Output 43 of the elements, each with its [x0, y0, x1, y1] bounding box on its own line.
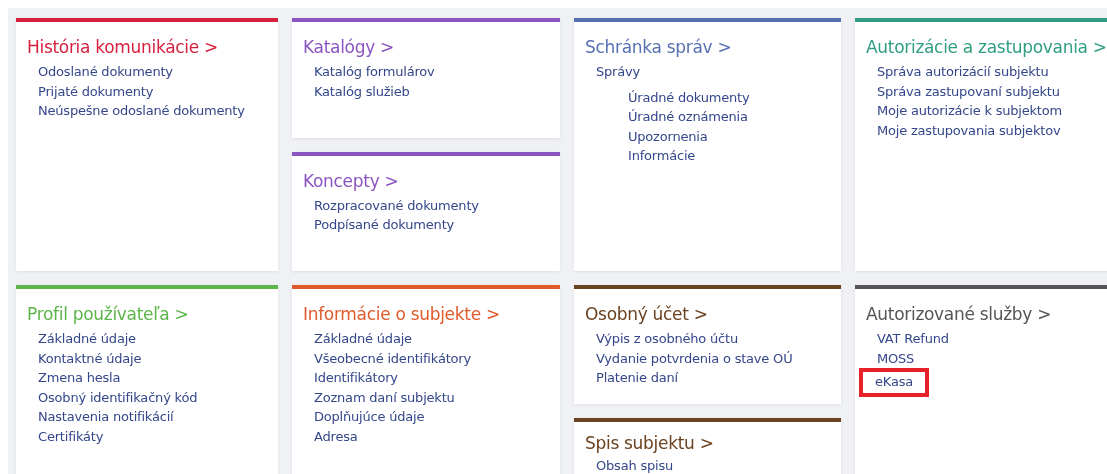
menu-link[interactable]: Adresa: [314, 427, 358, 447]
menu-link[interactable]: Správa autorizácií subjektu: [877, 63, 1049, 82]
card-title-link[interactable]: Spis subjektu >: [585, 432, 714, 455]
menu-link[interactable]: Nastavenia notifikácií: [38, 408, 174, 427]
menu-link[interactable]: Rozpracované dokumenty: [314, 196, 479, 216]
menu-link[interactable]: Správa zastupovaní subjektu: [877, 82, 1060, 102]
card-title-link[interactable]: Schránka správ >: [585, 36, 732, 59]
menu-link[interactable]: Upozornenia: [628, 127, 708, 147]
menu-link[interactable]: Katalóg služieb: [314, 82, 410, 102]
menu-link[interactable]: Správy: [596, 63, 640, 82]
menu-link[interactable]: Všeobecné identifikátory: [314, 349, 471, 369]
menu-link[interactable]: VAT Refund: [877, 330, 949, 349]
menu-link[interactable]: Moje autorizácie k subjektom: [877, 102, 1062, 121]
menu-link[interactable]: Platenie daní: [596, 369, 678, 388]
card-title-link[interactable]: História komunikácie >: [27, 36, 218, 59]
card-title-link[interactable]: Katalógy >: [303, 36, 394, 59]
menu-link[interactable]: Neúspešne odoslané dokumenty: [38, 102, 245, 121]
card-title-link[interactable]: Informácie o subjekte >: [303, 303, 500, 326]
card-title-link[interactable]: Osobný účet >: [585, 303, 708, 326]
menu-link[interactable]: Doplňujúce údaje: [314, 408, 425, 427]
menu-link[interactable]: Zmena hesla: [38, 369, 121, 388]
menu-link[interactable]: Výpis z osobného účtu: [596, 330, 738, 349]
menu-link[interactable]: Odoslané dokumenty: [38, 63, 173, 82]
menu-link[interactable]: Základné údaje: [38, 330, 136, 349]
card-title-link[interactable]: Autorizované služby >: [866, 303, 1052, 326]
menu-link[interactable]: Vydanie potvrdenia o stave OÚ: [596, 349, 793, 369]
menu-link[interactable]: Identifikátory: [314, 369, 398, 388]
menu-link[interactable]: Informácie: [628, 147, 696, 166]
menu-link[interactable]: Kontaktné údaje: [38, 349, 142, 369]
menu-link[interactable]: Zoznam daní subjektu: [314, 388, 455, 408]
menu-link[interactable]: Úradné oznámenia: [628, 108, 748, 127]
menu-link[interactable]: Základné údaje: [314, 330, 412, 349]
menu-link[interactable]: Prijaté dokumenty: [38, 82, 154, 102]
menu-link[interactable]: MOSS: [877, 349, 915, 369]
menu-link[interactable]: Certifikáty: [38, 427, 104, 447]
menu-link[interactable]: Podpísané dokumenty: [314, 216, 455, 235]
menu-link[interactable]: Katalóg formulárov: [314, 63, 435, 82]
card-title-link[interactable]: Koncepty >: [303, 169, 399, 192]
menu-link[interactable]: Úradné dokumenty: [628, 88, 750, 108]
highlighted-menu-link[interactable]: eKasa: [859, 368, 929, 397]
menu-link[interactable]: Moje zastupovania subjektov: [877, 121, 1061, 141]
menu-link[interactable]: Osobný identifikačný kód: [38, 388, 198, 408]
menu-link[interactable]: Obsah spisu: [596, 457, 674, 474]
